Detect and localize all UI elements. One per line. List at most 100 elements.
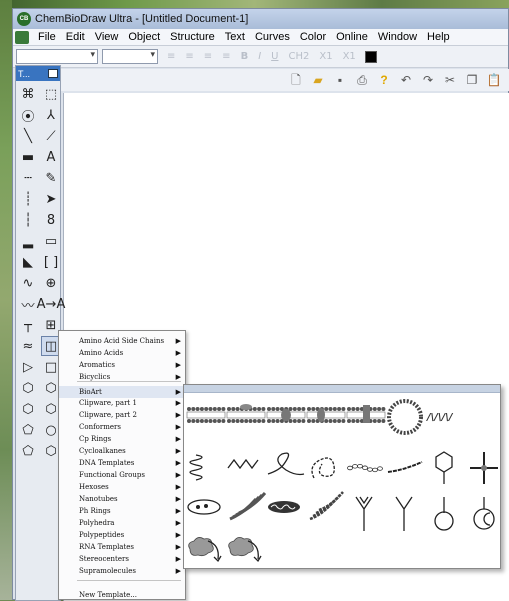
open-folder-icon[interactable]: ▰ (310, 72, 326, 88)
align-justify-icon[interactable]: ≡ (222, 51, 230, 62)
copy-icon[interactable]: ❐ (464, 72, 480, 88)
bold-bond-thick-tool[interactable]: ▂ (18, 231, 38, 251)
knotted-chain-template[interactable] (311, 457, 335, 479)
solid-bond-tool[interactable]: ╲ (18, 126, 38, 146)
bold-bond-tool[interactable]: ▬ (18, 147, 38, 167)
cloud-arrow-1-template[interactable] (188, 537, 222, 563)
font-size-combo[interactable] (102, 49, 158, 64)
hexagon-tool[interactable]: ⬡ (18, 378, 38, 398)
title-bar[interactable]: CB ChemBioDraw Ultra - [Untitled Documen… (13, 9, 508, 29)
query-tool[interactable]: ┬ (18, 315, 38, 335)
template-menu-item[interactable]: Nanotubes ▶ (59, 493, 185, 505)
multi-bond-tool[interactable]: ≈ (18, 336, 38, 356)
menu-edit[interactable]: Edit (61, 31, 90, 43)
lipid-bilayer-4-template[interactable] (306, 407, 346, 423)
hexagon-chair-tool[interactable]: ⬡ (18, 399, 38, 419)
undo-icon[interactable]: ↶ (398, 72, 414, 88)
eraser-tool[interactable]: ⟋ (41, 126, 61, 146)
loop-chain-template[interactable] (267, 452, 305, 476)
cross-molecule-template[interactable] (470, 452, 498, 484)
lasso-select-tool[interactable]: ⌘ (18, 84, 38, 104)
template-menu-item[interactable]: Cycloalkanes ▶ (59, 445, 185, 457)
template-menu-item[interactable]: Supramolecules ▶ (59, 565, 185, 577)
dashed-bond-tool[interactable]: ┄ (18, 168, 38, 188)
ball-stick-template[interactable] (434, 497, 454, 531)
structure-to-name-tool[interactable]: ⅄ (41, 105, 61, 125)
template-menu-item[interactable]: Functional Groups ▶ (59, 469, 185, 481)
bracket-tool[interactable]: [ ] (41, 252, 61, 272)
dna-dashed-template[interactable] (387, 461, 423, 473)
cut-icon[interactable]: ✂ (442, 72, 458, 88)
app-icon[interactable]: CB (17, 12, 31, 26)
menu-window[interactable]: Window (373, 31, 422, 43)
align-right-icon[interactable]: ≡ (204, 51, 212, 62)
formula-button[interactable]: CH2 (288, 51, 309, 62)
marquee-select-tool[interactable]: ⬚ (41, 84, 61, 104)
menu-online[interactable]: Online (331, 31, 373, 43)
template-menu-item[interactable]: RNA Templates ▶ (59, 541, 185, 553)
template-menu-item[interactable]: Conformers ▶ (59, 421, 185, 433)
atom-map-tool[interactable]: ⊕ (41, 273, 61, 293)
mass-fragment-tool[interactable]: ⦿ (18, 105, 38, 125)
mitochondria-template[interactable] (268, 501, 300, 513)
y-receptor-2-template[interactable] (395, 496, 413, 531)
menu-file[interactable]: File (33, 31, 61, 43)
palette-titlebar[interactable]: T... (16, 66, 60, 81)
template-menu-item[interactable]: Clipware, part 1 ▶ (59, 397, 185, 409)
hexagon-molecule-template[interactable] (435, 451, 453, 484)
y-receptor-1-template[interactable] (355, 496, 373, 531)
font-family-combo[interactable] (16, 49, 98, 64)
lipid-bilayer-2-template[interactable] (226, 404, 266, 423)
menu-curves[interactable]: Curves (250, 31, 295, 43)
template-menu-item[interactable]: Amino Acid Side Chains ▶ (59, 335, 185, 347)
menu-text[interactable]: Text (220, 31, 250, 43)
underline-button[interactable]: U (271, 51, 278, 62)
lipid-bilayer-3-template[interactable] (266, 407, 306, 423)
cell-template[interactable] (187, 499, 221, 515)
menu-help[interactable]: Help (422, 31, 455, 43)
template-menu-item[interactable]: Polypeptides ▶ (59, 529, 185, 541)
template-menu-item[interactable]: Clipware, part 2 ▶ (59, 409, 185, 421)
text-tool[interactable]: A (41, 147, 61, 167)
template-menu-item[interactable]: Hexoses ▶ (59, 481, 185, 493)
redo-icon[interactable]: ↷ (420, 72, 436, 88)
hashed-bond-tool[interactable]: ┆ (18, 210, 38, 230)
menu-object[interactable]: Object (123, 31, 165, 43)
template-menu-item[interactable]: Cp Rings ▶ (59, 433, 185, 445)
triangle-tool[interactable]: ▷ (18, 357, 38, 377)
menu-view[interactable]: View (90, 31, 124, 43)
golgi-template[interactable] (229, 492, 267, 521)
chain-tool[interactable]: 〰 (18, 294, 38, 314)
pen-tool[interactable]: ✎ (41, 168, 61, 188)
drawing-element-tool[interactable]: ▭ (41, 231, 61, 251)
template-menu-item[interactable]: Amino Acids ▶ (59, 347, 185, 359)
italic-button[interactable]: I (258, 51, 261, 62)
hashed-wedge-tool[interactable]: ┊ (18, 189, 38, 209)
lipid-bilayer-5-template[interactable] (346, 405, 386, 423)
superscript-button[interactable]: X1 (343, 51, 356, 62)
template-menu-item[interactable]: Stereocenters ▶ (59, 553, 185, 565)
template-menu-item[interactable]: DNA Templates ▶ (59, 457, 185, 469)
helix-coil-template[interactable] (189, 454, 203, 481)
bead-chain-template[interactable] (347, 463, 383, 473)
zigzag-chain-template[interactable] (227, 458, 259, 470)
new-document-icon[interactable]: 🗋 (288, 72, 304, 88)
paste-icon[interactable]: 📋 (486, 72, 502, 88)
template-menu-item[interactable]: Polyhedra ▶ (59, 517, 185, 529)
round-receptor-template[interactable] (473, 497, 495, 530)
align-center-icon[interactable]: ≡ (185, 51, 193, 62)
align-left-icon[interactable]: ≡ (167, 51, 175, 62)
dna-strand-template[interactable]: /\/\/\/ (426, 412, 454, 423)
wedge-bond-tool[interactable]: ◣ (18, 252, 38, 272)
bold-button[interactable]: B (241, 51, 249, 62)
cyclopentane-tool[interactable]: ⬠ (18, 420, 38, 440)
new-template-item[interactable]: New Template... (59, 589, 185, 601)
document-icon[interactable] (15, 30, 29, 44)
wavy-bond-tool[interactable]: ∿ (18, 273, 38, 293)
er-membrane-template[interactable] (309, 491, 344, 521)
save-icon[interactable]: ▪ (332, 72, 348, 88)
help-icon[interactable]: ? (376, 72, 392, 88)
palette-menu-button[interactable] (48, 69, 58, 78)
menu-structure[interactable]: Structure (165, 31, 220, 43)
color-swatch[interactable] (364, 50, 377, 63)
